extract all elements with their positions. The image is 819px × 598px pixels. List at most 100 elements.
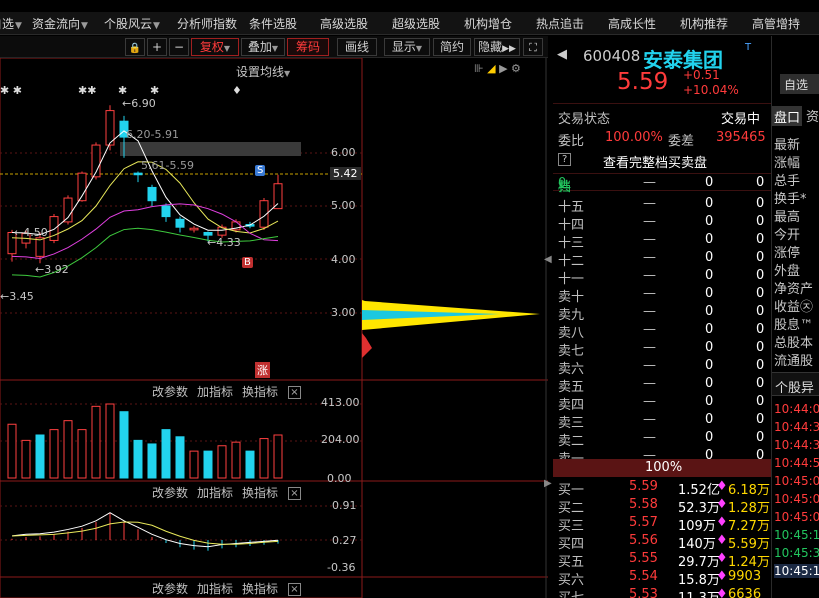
tab-pankou[interactable]: 盘口 <box>772 106 802 126</box>
change-params-button[interactable]: 改参数 <box>152 580 188 597</box>
hide-button[interactable]: 隐藏▶▶ <box>474 38 520 56</box>
limit-up-badge[interactable]: 涨 <box>255 362 270 378</box>
kline-chart-area[interactable]: 6.00 5.00 4.00 3.00 5.42 413.00 204.00 0… <box>0 58 552 598</box>
diamond-icon: ♦ <box>716 569 728 584</box>
draw-line-button[interactable]: 画线 <box>337 38 377 56</box>
sell-level-row[interactable]: 卖三 —0 0 <box>553 411 771 431</box>
buy-level-row[interactable]: 买七 5.53 11.3万♦6636 <box>553 586 771 598</box>
sell-level-row[interactable]: 卖二 —0 0 <box>553 429 771 449</box>
close-icon[interactable]: × <box>288 487 301 500</box>
help-icon[interactable]: ? <box>558 153 572 166</box>
add-indicator-button[interactable]: 加指标 <box>197 383 233 400</box>
alert-time[interactable]: 10:44:3 <box>774 438 819 452</box>
main-panel-border <box>0 58 363 598</box>
buy-level-row[interactable]: 买四 5.56 140万 ♦ 5.59万 <box>553 532 771 552</box>
side-quote-label: 总手 <box>774 174 801 189</box>
low-annotation: ←3.92 <box>35 263 69 276</box>
full-depth-link[interactable]: 查看完整档买卖盘 <box>603 152 707 171</box>
tab-stock-alerts[interactable]: 个股异 <box>772 372 819 396</box>
add-indicator-button[interactable]: 加指标 <box>197 580 233 597</box>
ma-setting-link[interactable]: 设置均线▼ <box>236 63 290 80</box>
buy-level-row[interactable]: 买一 5.59 1.52亿 ♦ 6.18万 <box>553 478 771 498</box>
switch-indicator-button[interactable]: 换指标 <box>242 484 278 501</box>
side-quote-label: 今开 <box>774 228 801 243</box>
alert-time[interactable]: 10:45:1 <box>774 564 819 578</box>
chevron-down-icon: ▼ <box>415 44 423 53</box>
overlay-button[interactable]: 叠加▼ <box>241 38 285 56</box>
change-params-button[interactable]: 改参数 <box>152 484 188 501</box>
lock-button[interactable]: 🔒 <box>125 38 145 56</box>
level-price: — <box>643 268 656 283</box>
alert-time[interactable]: 10:45:0 <box>774 510 819 524</box>
menu-item-super-select[interactable]: 超级选股 <box>392 15 440 32</box>
sell-level-row[interactable]: 卖五 —0 0 <box>553 375 771 395</box>
alert-time[interactable]: 10:45:0 <box>774 492 819 506</box>
buy-level-row[interactable]: 买五 5.55 29.7万 ♦ 1.24万 <box>553 550 771 570</box>
alert-time[interactable]: 10:45:1 <box>774 528 819 542</box>
button-label: 显示 <box>391 40 416 54</box>
sell-level-row[interactable]: 卖十 —0 0 <box>553 285 771 305</box>
close-icon[interactable]: × <box>288 583 301 596</box>
alert-time[interactable]: 10:45:3 <box>774 546 819 560</box>
sell-level-row[interactable]: 十二 —0 0 <box>553 249 771 269</box>
sell-level-row[interactable]: 卖四 —0 0 <box>553 393 771 413</box>
collapse-right-handle[interactable]: ▶ <box>544 478 552 489</box>
zoom-in-button[interactable]: + <box>147 38 167 56</box>
sell-level-row[interactable]: 十五 —0 0 <box>553 195 771 215</box>
menu-item-stock-storm[interactable]: 个股风云▼ <box>104 15 160 32</box>
prev-stock-icon[interactable]: ◀ <box>557 47 567 62</box>
menu-label: 高级选股 <box>320 17 369 31</box>
simple-button[interactable]: 简约 <box>433 38 471 56</box>
collapse-left-handle[interactable]: ◀ <box>544 254 552 265</box>
sell-level-row[interactable]: 卖七 —0 0 <box>553 339 771 359</box>
menu-item-analyst-index[interactable]: 分析师指数 <box>177 15 237 32</box>
low-annotation: ←3.45 <box>0 290 34 303</box>
menu-item-institution-add[interactable]: 机构增仓 <box>464 15 512 32</box>
display-button[interactable]: 显示▼ <box>384 38 430 56</box>
fullscreen-button[interactable]: ⛶ <box>523 38 543 56</box>
close-icon[interactable]: × <box>288 386 301 399</box>
add-watchlist-button[interactable]: 自选 <box>780 74 819 94</box>
sell-level-row[interactable]: 卖九 —0 0 <box>553 303 771 323</box>
change-params-button[interactable]: 改参数 <box>152 383 188 400</box>
menu-item-condition-select[interactable]: 条件选股 <box>249 15 297 32</box>
menu-item-zixuan[interactable]: 自选▼ <box>0 15 22 32</box>
buy-level-row[interactable]: 买二 5.58 52.3万 ♦ 1.28万 <box>553 496 771 516</box>
high-annotation: ←6.90 <box>122 97 156 110</box>
menu-item-fund-flow[interactable]: 资金流向▼ <box>32 15 88 32</box>
stock-tag: T <box>745 42 752 53</box>
level-volume: 9903 <box>728 569 762 584</box>
alert-time[interactable]: 10:44:5 <box>774 456 819 470</box>
buy-level-row[interactable]: 买六 5.54 15.8万 ♦ 9903 <box>553 568 771 588</box>
zoom-out-button[interactable]: − <box>169 38 189 56</box>
sell-level-row[interactable]: 十一 —0 0 <box>553 267 771 287</box>
dif-line <box>11 512 279 548</box>
sell-level-row[interactable]: 十四 —0 0 <box>553 213 771 233</box>
menu-item-hotspot[interactable]: 热点追击 <box>536 15 584 32</box>
alert-time[interactable]: 10:44:0 <box>774 402 819 416</box>
sell-signal-badge[interactable]: S <box>255 165 266 176</box>
alert-time[interactable]: 10:45:0 <box>774 474 819 488</box>
menu-item-institution-rec[interactable]: 机构推荐 <box>680 15 728 32</box>
chips-button[interactable]: 筹码 <box>287 38 329 56</box>
menu-item-high-growth[interactable]: 高成长性 <box>608 15 656 32</box>
volume-bar <box>231 441 241 479</box>
sell-level-row[interactable]: 十三 —0 0 <box>553 231 771 251</box>
add-indicator-button[interactable]: 加指标 <box>197 484 233 501</box>
sell-level-row[interactable]: 卖六 —0 0 <box>553 357 771 377</box>
buy-level-row[interactable]: 买三 5.57 109万 ♦ 7.27万 <box>553 514 771 534</box>
tab-zi[interactable]: 资 <box>806 106 819 125</box>
fuquan-button[interactable]: 复权▼ <box>191 38 239 56</box>
level-price: — <box>643 376 656 391</box>
chart-tools-icons[interactable]: ⊪ ◢ ▶ ⚙ <box>474 62 521 75</box>
menu-item-exec-hold[interactable]: 高管增持 <box>752 15 800 32</box>
buy-signal-badge[interactable]: B <box>242 257 253 268</box>
sell-level-row[interactable]: 卖八 —0 0 <box>553 321 771 341</box>
menu-item-advanced-select[interactable]: 高级选股 <box>320 15 368 32</box>
level-amount: 0 <box>705 250 714 265</box>
full-depth-row[interactable]: ? 查看完整档买卖盘 <box>553 151 771 171</box>
switch-indicator-button[interactable]: 换指标 <box>242 383 278 400</box>
switch-indicator-button[interactable]: 换指标 <box>242 580 278 597</box>
menu-label: 高成长性 <box>608 17 657 31</box>
alert-time[interactable]: 10:44:3 <box>774 420 819 434</box>
